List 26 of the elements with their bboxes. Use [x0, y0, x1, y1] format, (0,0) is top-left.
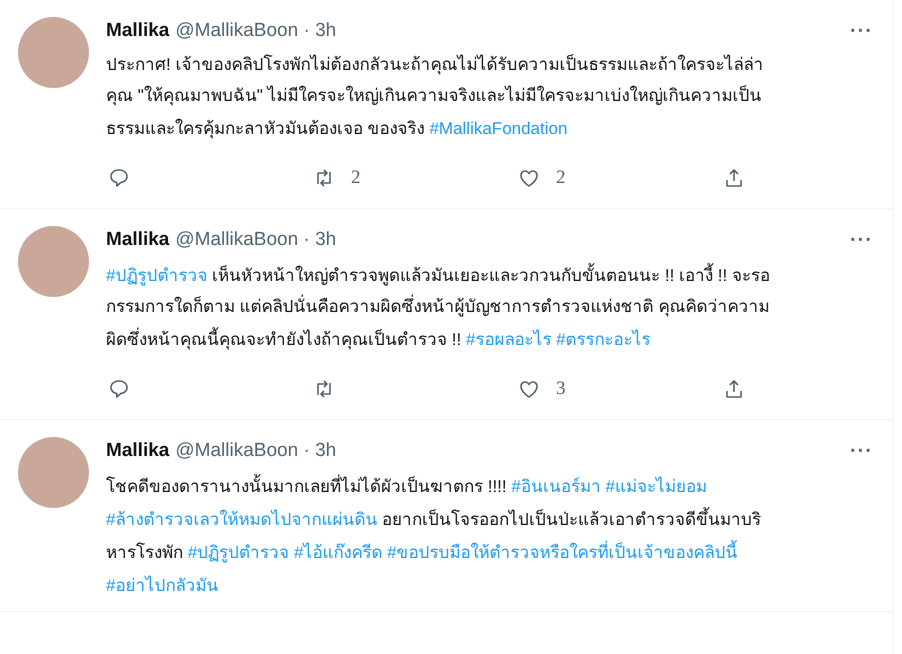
- hashtag-link[interactable]: #ล้างตำรวจเลวให้หมดไปจากแผ่นดิน: [106, 502, 378, 535]
- hashtag-link[interactable]: #ขอปรบมือให้ตำรวจหรือใครที่เป็นเจ้าของคลิปนี้: [387, 535, 738, 568]
- hashtag-link[interactable]: #แม่จะไม่ยอม: [606, 469, 708, 502]
- like-count: 3: [556, 378, 566, 400]
- more-menu[interactable]: ···: [850, 440, 873, 462]
- hashtag-link[interactable]: #ตรรกะอะไร: [556, 322, 651, 355]
- display-name[interactable]: Mallika: [106, 229, 170, 251]
- like-count: 2: [556, 167, 566, 189]
- handle-and-time: @MallikaBoon · 3h: [175, 440, 336, 462]
- retweet-count: 2: [351, 167, 360, 189]
- display-name[interactable]: Mallika: [106, 20, 170, 42]
- more-menu[interactable]: ···: [850, 20, 873, 42]
- hashtag-link[interactable]: #รอผลอะไร: [466, 322, 552, 355]
- tweet-text: #ปฏิรูปตำรวจ เห็นหัวหน้าใหญ่ตำรวจพูดแล้วมันเยอะและวกวนกับขั้นตอนนะ !! เอางี้ !! จะรอกรรมการใดก็ตาม แต่คลิปนั่นคือความผิดซึ่งหน้าผู้บัญชาการตำรวจแห่งชาติ คุณคิดว่าความผิดซึ่งหน้าคุณนี้คุณจะทำยังไงถ้าคุณเป็นตำรวจ !! #รอผลอะไร #ตรรกะอะไร: [106, 258, 786, 355]
- handle-and-time: @MallikaBoon · 3h: [175, 20, 336, 42]
- hashtag-link[interactable]: #อย่าไปกลัวมัน: [106, 568, 218, 601]
- hashtag-link[interactable]: #ปฏิรูปตำรวจ: [188, 535, 290, 568]
- tweet-text: โชคดีของดารานางนั้นมากเลยที่ไม่ได้ผัวเป็นฆาตกร !!!! #อินเนอร์มา #แม่จะไม่ยอม #ล้างตำรวจเลวให้หมดไปจากแผ่นดิน อยากเป็นโจรออกไปเป็นป่ะแล้วเอาตำรวจดีขึ้นมาบริหารโรงพัก #ปฏิรูปตำรวจ #ไอ้แก๊งครีด #ขอปรบมือให้ตำรวจหรือใครที่เป็นเจ้าของคลิปนี้ #อย่าไปกลัวมัน: [106, 469, 786, 601]
- display-name[interactable]: Mallika: [106, 440, 170, 462]
- hashtag-link[interactable]: #อินเนอร์มา: [511, 469, 601, 502]
- hashtag-link[interactable]: #MallikaFondation: [429, 111, 568, 144]
- more-menu[interactable]: ···: [850, 228, 873, 252]
- hashtag-link[interactable]: #ปฏิรูปตำรวจ: [106, 258, 208, 291]
- tweet-text: ประกาศ! เจ้าของคลิปโรงพักไม่ต้องกลัวนะถ้าคุณไม่ได้รับความเป็นธรรมและถ้าใครจะไล่ล่าคุณ "ให้คุณมาพบฉัน" ไม่มีใครจะใหญ่เกินความจริงและไม่มีใครจะมาเบ่งใหญ่เกินความเป็นธรรมและใครคุ้มกะลาหัวมันต้องเจอ ของจริง #MallikaFondation: [106, 49, 786, 144]
- hashtag-link[interactable]: #ไอ้แก๊งครีด: [294, 535, 382, 568]
- handle-and-time: @MallikaBoon · 3h: [175, 229, 336, 251]
